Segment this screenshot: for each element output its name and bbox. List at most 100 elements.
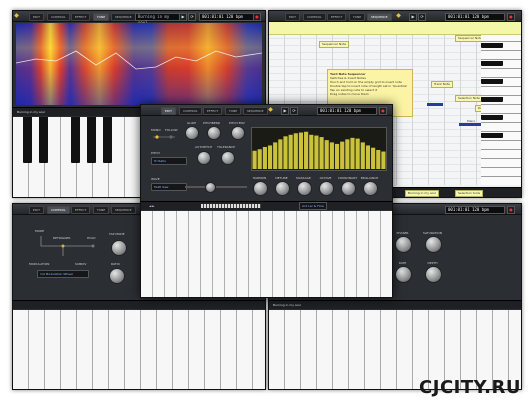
tab-control[interactable]: CONTROL [47, 13, 70, 21]
time-display: 001:01:01 120 bpm [317, 107, 377, 115]
tab-effect[interactable]: EFFECT [203, 107, 223, 115]
eq-bar [350, 137, 355, 169]
loop-button[interactable]: ⟳ [418, 13, 426, 21]
tab-control[interactable]: CONTROL [179, 107, 202, 115]
bpm-value: 120 bpm [226, 14, 243, 19]
knob-label: MASSAGE [296, 176, 311, 180]
black-key[interactable] [481, 115, 503, 120]
piano-label: Piano [467, 119, 476, 123]
detune-knob[interactable] [275, 181, 290, 196]
toolbar: EDIT CONTROL EFFECT TUNE SEQUENCE ◆ ▶ ⟳ … [269, 11, 521, 22]
record-button[interactable]: ● [507, 13, 515, 21]
glide-knob[interactable] [185, 126, 199, 140]
black-key[interactable] [71, 117, 80, 163]
black-key[interactable] [39, 117, 48, 163]
tolerance-label: TOLERANCE [217, 145, 236, 149]
tolerance-knob[interactable] [221, 151, 235, 165]
pitch-env-knob[interactable] [231, 126, 245, 140]
record-button[interactable]: ● [253, 13, 261, 21]
modulation-dropdown[interactable]: 1/4 Modulation Wheel [37, 270, 89, 278]
loop-button[interactable]: ⟳ [290, 107, 298, 115]
wave-dropdown[interactable]: Multi Saw [151, 183, 187, 191]
wave-slider-track[interactable] [185, 186, 247, 188]
tab-sequence[interactable]: SEQUENCE [111, 13, 136, 21]
mono-label: MONO [151, 128, 161, 132]
tab-tune[interactable]: TUNE [225, 107, 242, 115]
tab-effect[interactable]: EFFECT [327, 13, 347, 21]
tab-tune[interactable]: TUNE [349, 13, 366, 21]
side-piano[interactable] [481, 35, 521, 185]
tab-sequence[interactable]: SEQUENCE [111, 206, 136, 214]
preset-display[interactable]: Ant Lar & Flow [299, 202, 327, 210]
harmon-knob[interactable] [253, 181, 268, 196]
black-key[interactable] [481, 61, 503, 66]
selection-note[interactable]: Selection Note [455, 95, 483, 102]
black-key[interactable] [23, 117, 32, 163]
saturation-knob[interactable] [425, 236, 442, 253]
autopitch-label: AUTOPITCH [195, 145, 213, 149]
pitch-curve [16, 50, 262, 70]
help-line: Drag notes to move them [330, 92, 369, 96]
eq-bar [345, 139, 350, 169]
mono-follow-switch[interactable] [151, 133, 177, 141]
rate-knob[interactable] [109, 268, 125, 284]
white-keys[interactable] [13, 310, 265, 389]
play-button[interactable]: ▶ [179, 13, 187, 21]
tab-effect[interactable]: EFFECT [71, 13, 91, 21]
tab-tune[interactable]: TUNE [93, 13, 110, 21]
depth-knob[interactable] [425, 266, 442, 283]
white-keys[interactable] [141, 211, 392, 297]
tab-sequence[interactable]: SEQUENCE [367, 13, 392, 21]
black-key[interactable] [87, 117, 96, 163]
black-key[interactable] [481, 97, 503, 102]
tab-sequence[interactable]: SEQUENCE [243, 107, 268, 115]
eq-bars [252, 131, 386, 169]
tab-edit[interactable]: EDIT [29, 206, 44, 214]
consonant-knob[interactable] [341, 181, 356, 196]
tab-edit[interactable]: EDIT [29, 13, 44, 21]
play-button[interactable]: ▶ [409, 13, 417, 21]
wave-slider-handle[interactable] [205, 182, 216, 193]
timeline-ruler [269, 22, 521, 35]
pitch-env-label: PITCH ENV [229, 121, 245, 125]
mini-keyboard[interactable] [201, 204, 261, 208]
eq-bar [298, 132, 304, 169]
eq-bar [304, 131, 309, 169]
autopitch-knob[interactable] [197, 151, 211, 165]
time-value: 001:01:01 [320, 108, 342, 113]
octave-knob[interactable] [319, 181, 334, 196]
tab-control[interactable]: CONTROL [303, 13, 326, 21]
eq-display[interactable] [251, 127, 387, 171]
track-note[interactable]: Track Note [431, 81, 453, 88]
black-key[interactable] [481, 43, 503, 48]
bottom-tab[interactable]: Burning in my soul [405, 190, 440, 197]
pitchbend-knob[interactable] [207, 126, 221, 140]
play-button[interactable]: ▶ [281, 107, 289, 115]
phaser-knob[interactable] [395, 236, 412, 253]
massage-knob[interactable] [297, 181, 312, 196]
tab-effect[interactable]: EFFECT [71, 206, 91, 214]
loop-button[interactable]: ⟳ [188, 13, 196, 21]
eq-bar [293, 133, 298, 169]
midi-note[interactable] [427, 103, 443, 106]
tab-edit[interactable]: EDIT [285, 13, 300, 21]
piano-keyboard[interactable] [13, 310, 265, 389]
black-key[interactable] [481, 79, 503, 84]
eq-bar [381, 151, 386, 169]
record-button[interactable]: ● [507, 206, 515, 214]
sequencer-note[interactable]: Sequencer Note [319, 41, 350, 48]
tab-control[interactable]: CONTROL [47, 206, 70, 214]
tab-edit[interactable]: EDIT [161, 107, 176, 115]
brilliance-knob[interactable] [363, 181, 378, 196]
pitch-ratio-dropdown[interactable]: Tri Ratio [151, 157, 187, 165]
bottom-tab[interactable]: Selection tools [455, 190, 484, 197]
rate-knob[interactable] [395, 266, 412, 283]
black-key[interactable] [481, 133, 503, 138]
eq-bar [334, 143, 340, 169]
piano-keyboard[interactable] [141, 211, 392, 297]
knob-label: DETUNE [275, 176, 288, 180]
tab-tune[interactable]: TUNE [93, 206, 110, 214]
logo-icon: ◆ [268, 106, 273, 113]
black-key[interactable] [103, 117, 112, 163]
record-button[interactable]: ● [379, 107, 387, 115]
